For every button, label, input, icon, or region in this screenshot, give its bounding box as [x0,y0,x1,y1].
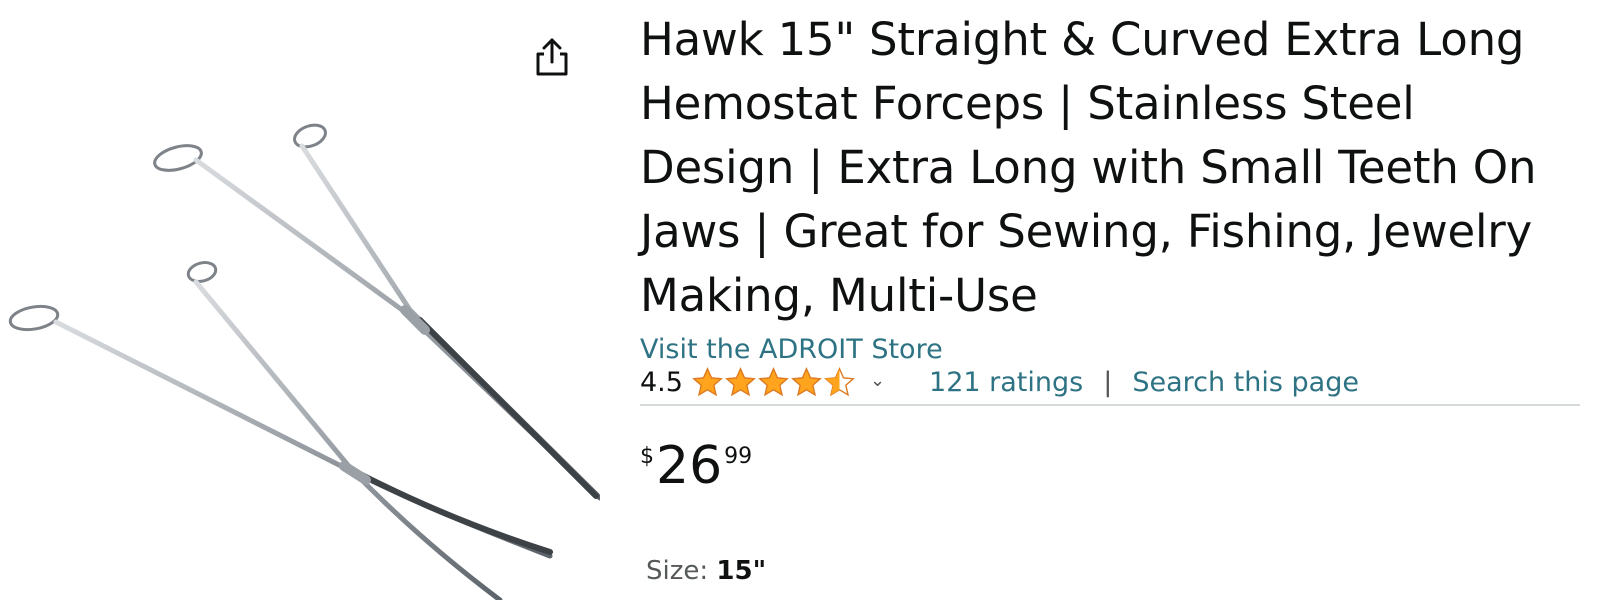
product-title: Hawk 15" Straight & Curved Extra Long He… [640,13,1537,322]
star-icon [791,366,822,396]
size-selector-label: Size: 15" [646,556,766,586]
half-star-icon [824,366,855,396]
size-value: 15" [716,556,767,586]
separator: | [1103,366,1113,398]
search-this-page-link[interactable]: Search this page [1132,367,1359,398]
share-icon [536,38,568,76]
product-details: Hawk 15" Straight & Curved Extra Long He… [640,0,1580,586]
share-button[interactable] [534,36,570,78]
star-icon [725,366,756,396]
chevron-down-icon[interactable]: ⌄ [870,370,885,391]
rating-row: 4.5 ⌄ 121 ratings | Search this page [640,360,1580,406]
size-label: Size: [646,556,717,586]
forceps-image [8,123,600,600]
ratings-count-link[interactable]: 121 ratings [929,367,1083,398]
price-whole: 26 [656,436,723,496]
price: $ 26 99 [640,438,752,494]
price-symbol: $ [640,444,654,469]
rating-value: 4.5 [640,366,683,398]
star-rating[interactable] [691,366,856,399]
star-icon [692,366,723,396]
price-fraction: 99 [724,444,753,469]
product-image[interactable] [0,0,600,600]
star-icon [758,366,789,396]
